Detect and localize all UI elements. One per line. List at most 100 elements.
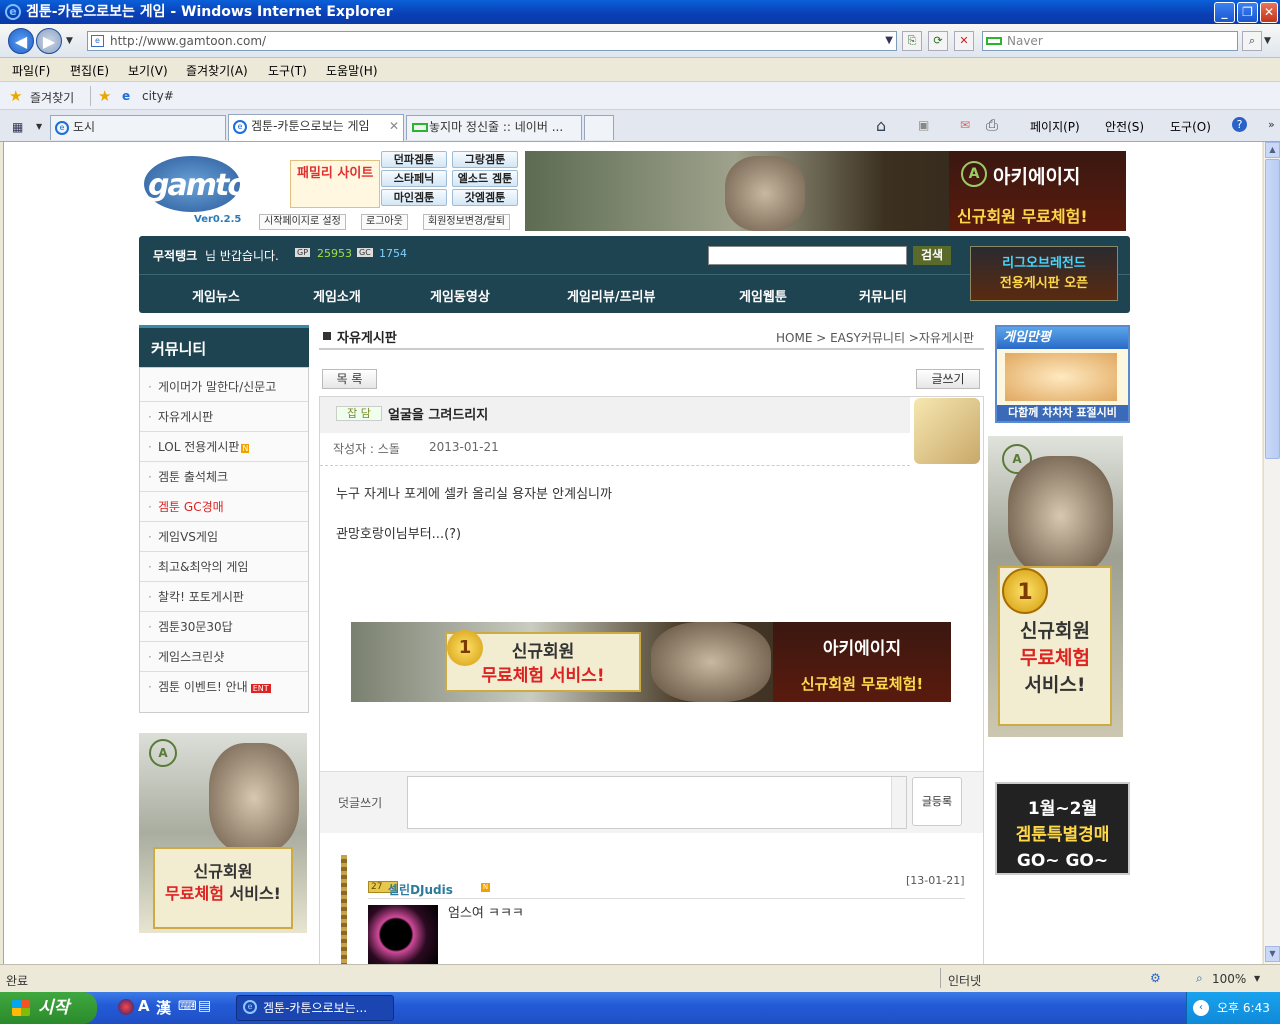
language-icon[interactable] xyxy=(118,999,134,1015)
game-link-grand[interactable]: 그랑겜툰 xyxy=(452,151,518,168)
nav-game-intro[interactable]: 게임소개 xyxy=(313,286,361,305)
sidebar-item-photo-board[interactable]: · 찰칵! 포토게시판 xyxy=(140,582,308,612)
logout-button[interactable]: 로그아웃 xyxy=(361,214,408,230)
user-name: 무적탱크 xyxy=(153,249,198,263)
ime-keyboard-icon[interactable]: ⌨ xyxy=(178,999,197,1014)
ime-hanja-icon[interactable]: 漢 xyxy=(156,997,171,1018)
taskbar-item-ie[interactable]: e 겜툰-카툰으로보는... xyxy=(236,995,394,1021)
content-ad-banner[interactable]: 신규회원 무료체험 서비스! 1 아키에이지 신규회원 무료체험! xyxy=(351,622,951,702)
maximize-button[interactable]: ❐ xyxy=(1237,2,1258,23)
game-link-god[interactable]: 갓엠겜툰 xyxy=(452,189,518,206)
add-favorite-icon[interactable]: ★ xyxy=(98,87,111,105)
scroll-up-icon[interactable]: ▲ xyxy=(1265,142,1280,158)
sidebar-item-free-board[interactable]: · 자유게시판 xyxy=(140,402,308,432)
comment-textarea[interactable] xyxy=(407,776,907,829)
safety-menu[interactable]: 안전(S) xyxy=(1105,118,1144,135)
scroll-thumb[interactable] xyxy=(1265,159,1280,459)
quick-tabs-icon[interactable]: ▦ xyxy=(12,120,23,134)
game-cartoon-widget[interactable]: 게임만평 다함께 차차차 표절시비 xyxy=(995,325,1130,423)
ime-a-icon[interactable]: A xyxy=(138,997,150,1015)
vertical-scrollbar[interactable]: ▲ ▼ xyxy=(1263,142,1280,964)
sidebar-ad[interactable]: A 신규회원 무료체험 서비스! xyxy=(139,733,307,933)
top-ad-banner[interactable]: A 아키에이지 신규회원 무료체험! xyxy=(525,151,1126,231)
nav-community[interactable]: 커뮤니티 xyxy=(859,286,907,305)
new-tab-button[interactable] xyxy=(584,115,614,140)
feeds-icon[interactable]: ▣ xyxy=(918,118,929,132)
family-site-button[interactable]: 패밀리 사이트 xyxy=(290,160,380,208)
zoom-level[interactable]: 100% xyxy=(1212,972,1246,986)
lol-board-banner[interactable]: 리그오브레전드 전용게시판 오픈 xyxy=(970,246,1118,301)
scroll-down-icon[interactable]: ▼ xyxy=(1265,946,1280,962)
sidebar-item-game-vs-game[interactable]: · 게임VS게임 xyxy=(140,522,308,552)
url-input[interactable]: e http://www.gamtoon.com/ ▼ xyxy=(87,31,897,51)
stop-icon[interactable]: ✕ xyxy=(954,31,974,51)
tab-close-icon[interactable]: ✕ xyxy=(389,115,399,138)
compat-view-icon[interactable]: ⎘ xyxy=(902,31,922,51)
sidebar-item-screenshots[interactable]: · 게임스크린샷 xyxy=(140,642,308,672)
sidebar-item-best-worst[interactable]: · 최고&최악의 게임 xyxy=(140,552,308,582)
search-options-icon[interactable]: ▼ xyxy=(1264,36,1271,46)
write-button[interactable]: 글쓰기 xyxy=(916,369,980,389)
site-search-input[interactable] xyxy=(708,246,907,265)
menu-edit[interactable]: 편집(E) xyxy=(70,62,109,79)
zoom-dropdown-icon[interactable]: ▼ xyxy=(1254,974,1260,983)
ime-tools-icon[interactable]: ▤ xyxy=(198,998,211,1014)
favorite-link-city[interactable]: city# xyxy=(142,89,174,103)
tab-gamtoon[interactable]: e 겜툰-카툰으로보는 게임 ✕ xyxy=(228,114,404,141)
tab-list-icon[interactable]: ▼ xyxy=(36,122,42,131)
minimize-button[interactable]: _ xyxy=(1214,2,1235,23)
nav-game-video[interactable]: 게임동영상 xyxy=(430,286,490,305)
history-dropdown-icon[interactable]: ▼ xyxy=(66,36,73,46)
help-icon[interactable]: ? xyxy=(1232,117,1247,132)
set-homepage-button[interactable]: 시작페이지로 설정 xyxy=(259,214,346,230)
post-author: 작성자 : 스돌 xyxy=(333,442,400,456)
site-search-button[interactable]: 검색 xyxy=(913,246,951,265)
home-icon[interactable]: ⌂ xyxy=(876,116,886,135)
sidebar-item-events[interactable]: · 겜툰 이벤트! 안내 ENT xyxy=(140,672,308,702)
game-link-elsword[interactable]: 엘소드 겜툰 xyxy=(452,170,518,187)
tools-menu[interactable]: 도구(O) xyxy=(1170,118,1211,135)
auction-banner[interactable]: 1월~2월 겜툰특별경매 GO~ GO~ xyxy=(995,782,1130,875)
game-link-starpanic[interactable]: 스타페닉 xyxy=(381,170,447,187)
game-link-dunpa[interactable]: 던파겜툰 xyxy=(381,151,447,168)
search-icon[interactable]: ⌕ xyxy=(1242,31,1262,51)
sidebar-item-attendance[interactable]: · 겜툰 출석체크 xyxy=(140,462,308,492)
site-logo[interactable]: gamtoon Ver0.2.5 xyxy=(140,150,286,230)
page-menu[interactable]: 페이지(P) xyxy=(1030,118,1080,135)
print-icon[interactable]: ⎙ xyxy=(986,116,998,134)
list-button[interactable]: 목 록 xyxy=(322,369,377,389)
favorites-button[interactable]: 즐겨찾기 xyxy=(30,89,74,106)
menu-favorites[interactable]: 즐겨찾기(A) xyxy=(186,62,248,79)
comment-submit-button[interactable]: 글등록 xyxy=(912,777,962,826)
tab-naver[interactable]: 놓지마 정신줄 :: 네이버 ... xyxy=(406,115,582,140)
mail-icon[interactable]: ✉ xyxy=(960,118,970,132)
menu-view[interactable]: 보기(V) xyxy=(128,62,168,79)
comment-scrollbar[interactable] xyxy=(891,777,906,828)
refresh-icon[interactable]: ⟳ xyxy=(928,31,948,51)
menu-help[interactable]: 도움말(H) xyxy=(326,62,378,79)
overflow-chevron-icon[interactable]: » xyxy=(1268,118,1275,131)
protected-mode-icon[interactable]: ⚙ xyxy=(1150,971,1161,985)
right-ad[interactable]: A 신규회원 무료체험 서비스! 1 xyxy=(988,436,1123,737)
back-button[interactable]: ◀ xyxy=(8,28,34,54)
sidebar-item-30-questions[interactable]: · 겜툰30문30답 xyxy=(140,612,308,642)
comment-author[interactable]: 셀린DJudis xyxy=(388,881,453,898)
game-link-mine[interactable]: 마인겜툰 xyxy=(381,189,447,206)
search-input[interactable]: Naver xyxy=(982,31,1238,51)
sidebar-item-gc-auction[interactable]: · 겜툰 GC경매 xyxy=(140,492,308,522)
menu-tools[interactable]: 도구(T) xyxy=(268,62,307,79)
menu-file[interactable]: 파일(F) xyxy=(12,62,50,79)
tab-city[interactable]: e 도시 xyxy=(50,115,226,140)
close-button[interactable]: ✕ xyxy=(1260,2,1278,23)
nav-game-news[interactable]: 게임뉴스 xyxy=(192,286,240,305)
forward-button[interactable]: ▶ xyxy=(36,28,62,54)
tray-expand-icon[interactable]: ‹ xyxy=(1193,1000,1209,1016)
nav-game-webtoon[interactable]: 게임웹툰 xyxy=(739,286,787,305)
url-dropdown-icon[interactable]: ▼ xyxy=(885,32,893,50)
account-settings-button[interactable]: 회원정보변경/탈퇴 xyxy=(423,214,510,230)
start-button[interactable]: 시작 xyxy=(0,992,97,1024)
sidebar-item-gamer-voice[interactable]: · 게이머가 말한다/신문고 xyxy=(140,372,308,402)
sidebar-item-lol-board[interactable]: · LOL 전용게시판 N xyxy=(140,432,308,462)
nav-game-review[interactable]: 게임리뷰/프리뷰 xyxy=(567,286,655,305)
ad-red-panel: 아키에이지 신규회원 무료체험! xyxy=(773,622,951,702)
